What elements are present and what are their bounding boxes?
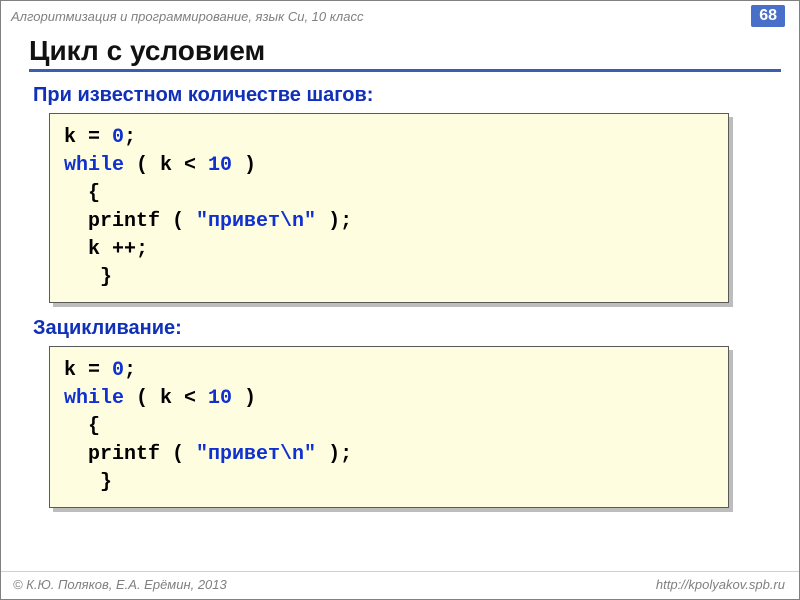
section-heading: При известном количестве шагов:	[33, 84, 769, 107]
slide-page: Алгоритмизация и программирование, язык …	[0, 0, 800, 600]
code-token-num: 10	[208, 154, 232, 177]
code-token-num: 0	[112, 126, 124, 149]
title-row: Цикл с условием	[29, 35, 781, 72]
code-token: {	[64, 182, 100, 205]
code-token: )	[232, 387, 256, 410]
page-title: Цикл с условием	[29, 35, 781, 67]
code-token: k =	[64, 359, 112, 382]
code-token: }	[64, 266, 112, 289]
code-token: k ++;	[64, 238, 148, 261]
code-token-str: "привет\n"	[196, 210, 316, 233]
code-token-kw: while	[64, 154, 124, 177]
code-token: printf (	[64, 210, 196, 233]
code-token-num: 0	[112, 359, 124, 382]
footer-copyright: © К.Ю. Поляков, Е.А. Ерёмин, 2013	[13, 577, 227, 592]
code-block: k = 0; while ( k < 10 ) { printf ( "прив…	[49, 346, 729, 508]
code-token: )	[232, 154, 256, 177]
slide-footer: © К.Ю. Поляков, Е.А. Ерёмин, 2013 http:/…	[1, 571, 799, 599]
section-heading: Зацикливание:	[33, 317, 769, 340]
code-block: k = 0; while ( k < 10 ) { printf ( "прив…	[49, 113, 729, 303]
code-token: ;	[124, 359, 136, 382]
slide-header: Алгоритмизация и программирование, язык …	[1, 1, 799, 27]
code-token: {	[64, 415, 100, 438]
footer-url: http://kpolyakov.spb.ru	[656, 577, 785, 592]
code-token: );	[316, 443, 352, 466]
page-number-badge: 68	[751, 5, 785, 27]
header-subject: Алгоритмизация и программирование, язык …	[11, 9, 363, 24]
code-token: ;	[124, 126, 136, 149]
code-token: ( k <	[124, 387, 208, 410]
code-token: }	[64, 471, 112, 494]
code-token: k =	[64, 126, 112, 149]
code-token: );	[316, 210, 352, 233]
code-token-kw: while	[64, 387, 124, 410]
slide-content: При известном количестве шагов: k = 0; w…	[1, 80, 799, 571]
code-token-str: "привет\n"	[196, 443, 316, 466]
code-token: ( k <	[124, 154, 208, 177]
code-token: printf (	[64, 443, 196, 466]
code-token-num: 10	[208, 387, 232, 410]
